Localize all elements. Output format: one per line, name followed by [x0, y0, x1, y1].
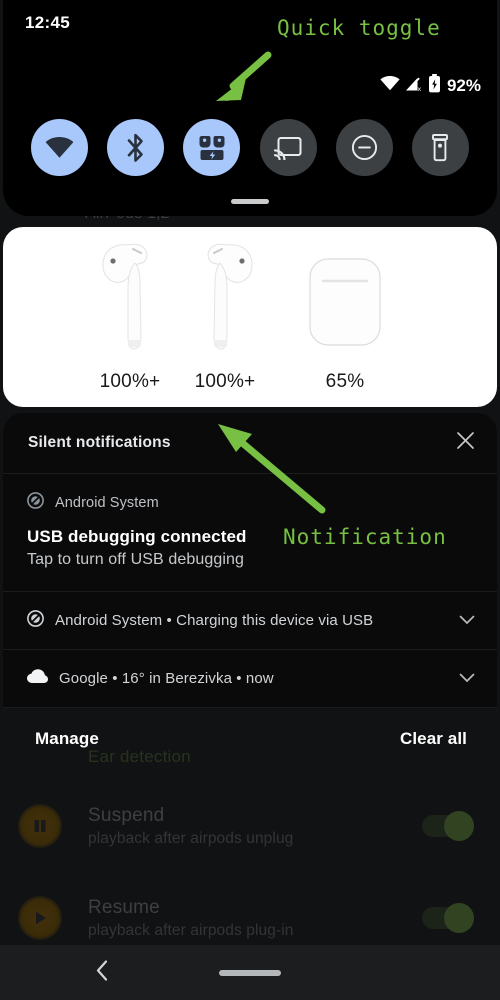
- silent-notifications-header: Silent notifications: [3, 413, 497, 474]
- qs-tile-do-not-disturb[interactable]: [335, 119, 393, 176]
- notification-google-weather[interactable]: Google • 16° in Berezivka • now: [3, 650, 497, 708]
- case-battery: 65%: [325, 371, 365, 392]
- back-chevron-icon[interactable]: [95, 959, 109, 986]
- chevron-down-icon[interactable]: [459, 670, 475, 688]
- right-earbud-battery: 100%+: [194, 371, 256, 392]
- notification-usb-debugging[interactable]: Android System USB debugging connected T…: [3, 474, 497, 592]
- shade-drag-handle[interactable]: [231, 199, 269, 204]
- notification-charging-usb[interactable]: Android System • Charging this device vi…: [3, 592, 497, 650]
- cloud-icon: [27, 668, 48, 689]
- qs-tile-wifi[interactable]: [31, 119, 88, 176]
- status-bar-icons: x 92%: [380, 74, 481, 98]
- airpods-case: 65%: [273, 237, 418, 393]
- notification-stack: Silent notifications Android System USB …: [3, 413, 497, 770]
- notification-summary: Android System • Charging this device vi…: [55, 612, 374, 629]
- quick-settings-panel: 12:45 x 92%: [3, 0, 497, 216]
- svg-text:x: x: [417, 85, 421, 92]
- airpods-case-icon: [309, 258, 381, 346]
- silent-notifications-title: Silent notifications: [28, 434, 171, 451]
- qs-tile-airpods[interactable]: [183, 119, 241, 176]
- status-bar-clock: 12:45: [25, 13, 70, 32]
- qs-tile-flashlight[interactable]: [411, 119, 469, 176]
- notification-app-name: Android System: [55, 495, 159, 511]
- notification-actions: Manage Clear all: [3, 708, 497, 770]
- android-system-icon: [27, 609, 44, 632]
- right-earbud: 100%+: [178, 237, 273, 393]
- notification-summary: Google • 16° in Berezivka • now: [59, 670, 274, 687]
- airpods-battery-card[interactable]: 100%+ 100%+ 65%: [3, 227, 497, 407]
- right-earbud-icon: [207, 243, 253, 350]
- notification-title: USB debugging connected: [27, 527, 247, 546]
- notification-body: Tap to turn off USB debugging: [27, 551, 244, 568]
- quick-settings-tiles: [3, 119, 497, 176]
- manage-button[interactable]: Manage: [35, 729, 99, 749]
- left-earbud-icon: [102, 243, 148, 350]
- android-system-icon: [27, 492, 44, 514]
- battery-percent: 92%: [446, 76, 481, 95]
- status-bar: 12:45: [3, 0, 497, 46]
- left-earbud-battery: 100%+: [99, 371, 161, 392]
- navigation-bar: [0, 945, 500, 1000]
- wifi-icon: [380, 76, 400, 96]
- home-pill-icon[interactable]: [219, 969, 281, 976]
- qs-tile-cast[interactable]: [259, 119, 317, 176]
- qs-tile-bluetooth[interactable]: [107, 119, 165, 176]
- left-earbud: 100%+: [83, 237, 178, 393]
- cellular-no-sim-icon: x: [405, 76, 423, 97]
- battery-charging-icon: [428, 74, 441, 98]
- close-icon[interactable]: [456, 431, 475, 455]
- clear-all-button[interactable]: Clear all: [400, 729, 467, 749]
- chevron-down-icon[interactable]: [459, 612, 475, 630]
